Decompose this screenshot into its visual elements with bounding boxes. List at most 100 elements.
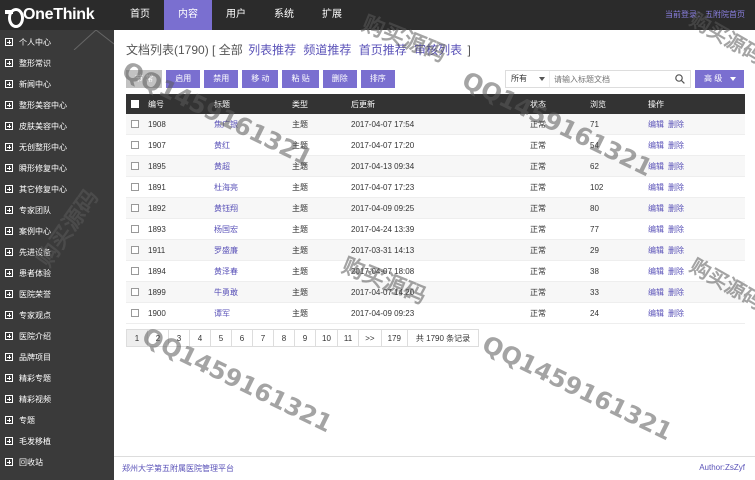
sidebar-item-cases[interactable]: 案例中心 <box>0 221 114 241</box>
row-title-link[interactable]: 杜海亮 <box>214 177 238 197</box>
enable-button[interactable]: 启用 <box>166 70 201 88</box>
sidebar-item-news[interactable]: 新闻中心 <box>0 74 114 94</box>
row-checkbox[interactable] <box>131 246 139 254</box>
filter-home-recommend[interactable]: 首页推荐 <box>359 43 407 57</box>
sidebar-item-personal[interactable]: 个人中心 <box>0 32 114 52</box>
row-title-link[interactable]: 谭军 <box>214 303 230 323</box>
row-checkbox[interactable] <box>131 141 139 149</box>
delete-link[interactable]: 删除 <box>668 266 684 277</box>
sidebar-item-other-repair[interactable]: 其它修复中心 <box>0 179 114 199</box>
sidebar-item-repair[interactable]: 瞬形修复中心 <box>0 158 114 178</box>
page-8[interactable]: 8 <box>273 329 295 347</box>
row-title-link[interactable]: 焦广银 <box>214 114 238 134</box>
page-next[interactable]: >> <box>358 329 382 347</box>
sidebar-item-opinions[interactable]: 专家观点 <box>0 305 114 325</box>
row-title-link[interactable]: 杨国宏 <box>214 219 238 239</box>
edit-link[interactable]: 编辑 <box>648 266 664 277</box>
edit-link[interactable]: 编辑 <box>648 203 664 214</box>
sidebar-item-honors[interactable]: 医院荣誉 <box>0 284 114 304</box>
nav-extend[interactable]: 扩展 <box>308 0 356 30</box>
nav-system[interactable]: 系统 <box>260 0 308 30</box>
sidebar-item-hair[interactable]: 毛发移植 <box>0 431 114 451</box>
row-title-link[interactable]: 黄超 <box>214 156 230 176</box>
page-7[interactable]: 7 <box>252 329 274 347</box>
delete-link[interactable]: 删除 <box>668 161 684 172</box>
filter-all[interactable]: 全部 <box>219 43 243 57</box>
sidebar-item-special[interactable]: 专题 <box>0 410 114 430</box>
page-1[interactable]: 1 <box>126 329 148 347</box>
search-scope-select[interactable]: 所有 <box>506 71 550 87</box>
row-title-link[interactable]: 黄钰翔 <box>214 198 238 218</box>
edit-link[interactable]: 编辑 <box>648 287 664 298</box>
filter-list-recommend[interactable]: 列表推荐 <box>248 43 296 57</box>
row-title-link[interactable]: 黄红 <box>214 135 230 155</box>
row-checkbox[interactable] <box>131 225 139 233</box>
row-checkbox[interactable] <box>131 288 139 296</box>
row-checkbox[interactable] <box>131 204 139 212</box>
search-icon[interactable] <box>675 74 685 84</box>
login-info[interactable]: 当前登录：五附院首页 <box>665 0 745 30</box>
row-status: 正常 <box>530 203 546 213</box>
row-title-link[interactable]: 罗盛廉 <box>214 240 238 260</box>
edit-link[interactable]: 编辑 <box>648 308 664 319</box>
row-checkbox[interactable] <box>131 120 139 128</box>
paste-button[interactable]: 粘 贴 <box>282 70 319 88</box>
page-10[interactable]: 10 <box>315 329 338 347</box>
page-5[interactable]: 5 <box>210 329 232 347</box>
edit-link[interactable]: 编辑 <box>648 140 664 151</box>
row-checkbox[interactable] <box>131 309 139 317</box>
sidebar-item-topics[interactable]: 精彩专题 <box>0 368 114 388</box>
edit-link[interactable]: 编辑 <box>648 224 664 235</box>
sidebar-item-noninvasive[interactable]: 无创整形中心 <box>0 137 114 157</box>
edit-link[interactable]: 编辑 <box>648 161 664 172</box>
logo[interactable]: OneThink <box>0 0 114 30</box>
delete-link[interactable]: 删除 <box>668 182 684 193</box>
sidebar-item-videos[interactable]: 精彩视频 <box>0 389 114 409</box>
edit-link[interactable]: 编辑 <box>648 245 664 256</box>
sidebar-item-skin[interactable]: 皮肤美容中心 <box>0 116 114 136</box>
select-all-checkbox[interactable] <box>131 100 139 108</box>
delete-link[interactable]: 删除 <box>668 119 684 130</box>
page-6[interactable]: 6 <box>231 329 253 347</box>
nav-users[interactable]: 用户 <box>212 0 260 30</box>
delete-button[interactable]: 删除 <box>322 70 357 88</box>
delete-link[interactable]: 删除 <box>668 224 684 235</box>
delete-link[interactable]: 删除 <box>668 308 684 319</box>
page-3[interactable]: 3 <box>168 329 190 347</box>
nav-home[interactable]: 首页 <box>116 0 164 30</box>
sidebar-item-experts[interactable]: 专家团队 <box>0 200 114 220</box>
filter-channel-recommend[interactable]: 频道推荐 <box>303 43 351 57</box>
page-9[interactable]: 9 <box>294 329 316 347</box>
sidebar-item-equipment[interactable]: 先进设备 <box>0 242 114 262</box>
header-id[interactable]: 编号 <box>148 94 164 114</box>
sidebar-item-plastic[interactable]: 整形美容中心 <box>0 95 114 115</box>
search-input[interactable] <box>554 71 672 87</box>
edit-link[interactable]: 编辑 <box>648 182 664 193</box>
row-checkbox[interactable] <box>131 267 139 275</box>
delete-link[interactable]: 删除 <box>668 140 684 151</box>
page-2[interactable]: 2 <box>147 329 169 347</box>
nav-content[interactable]: 内容 <box>164 0 212 30</box>
delete-link[interactable]: 删除 <box>668 287 684 298</box>
filter-review-list[interactable]: 审核列表 <box>414 43 462 57</box>
delete-link[interactable]: 删除 <box>668 245 684 256</box>
page-last[interactable]: 179 <box>380 329 408 347</box>
disable-button[interactable]: 禁用 <box>204 70 239 88</box>
sidebar-item-recycle[interactable]: 回收站 <box>0 452 114 472</box>
advanced-search-button[interactable]: 高 级 <box>695 70 744 88</box>
sidebar-item-knowledge[interactable]: 整形常识 <box>0 53 114 73</box>
sort-button[interactable]: 排序 <box>360 70 395 88</box>
delete-link[interactable]: 删除 <box>668 203 684 214</box>
edit-link[interactable]: 编辑 <box>648 119 664 130</box>
row-checkbox[interactable] <box>131 162 139 170</box>
row-checkbox[interactable] <box>131 183 139 191</box>
row-title-link[interactable]: 黄泽春 <box>214 261 238 281</box>
move-button[interactable]: 移 动 <box>242 70 279 88</box>
sidebar-item-brand[interactable]: 品牌项目 <box>0 347 114 367</box>
sidebar-item-about[interactable]: 医院介绍 <box>0 326 114 346</box>
page-11[interactable]: 11 <box>336 329 360 347</box>
page-4[interactable]: 4 <box>189 329 211 347</box>
row-title-link[interactable]: 牛勇敢 <box>214 282 238 302</box>
sidebar-item-experience[interactable]: 患者体验 <box>0 263 114 283</box>
normal-button[interactable]: 节 常 <box>126 70 163 88</box>
